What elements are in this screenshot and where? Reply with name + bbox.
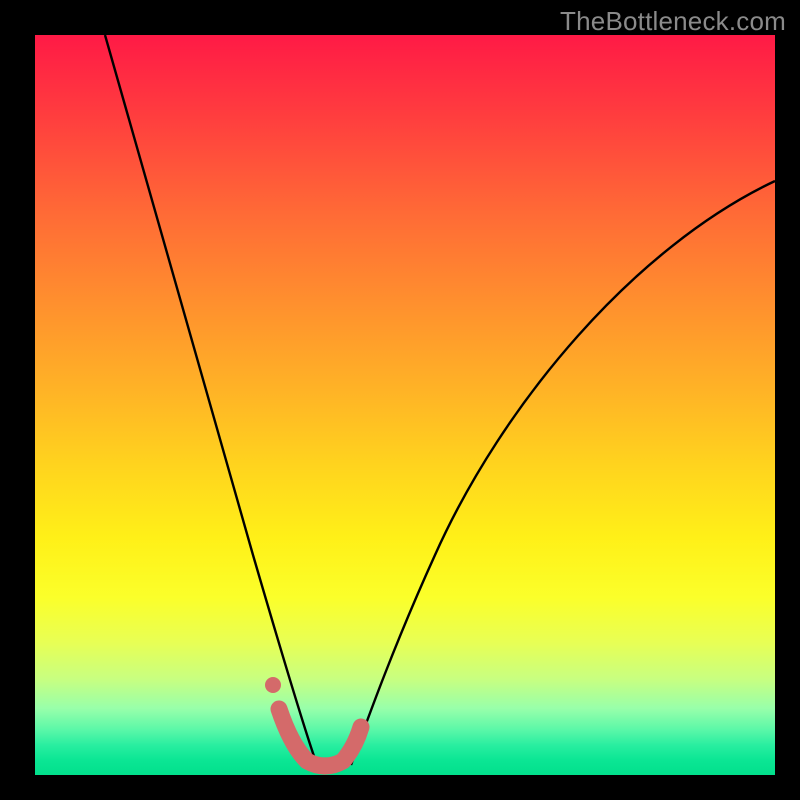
chart-stage: TheBottleneck.com [0,0,800,800]
black-curve-left [105,35,317,765]
watermark-text: TheBottleneck.com [560,6,786,37]
curve-layer [35,35,775,775]
black-curve-right [351,181,775,765]
pink-marker-segment [279,709,361,766]
pink-isolated-dot [265,677,281,693]
plot-area [35,35,775,775]
